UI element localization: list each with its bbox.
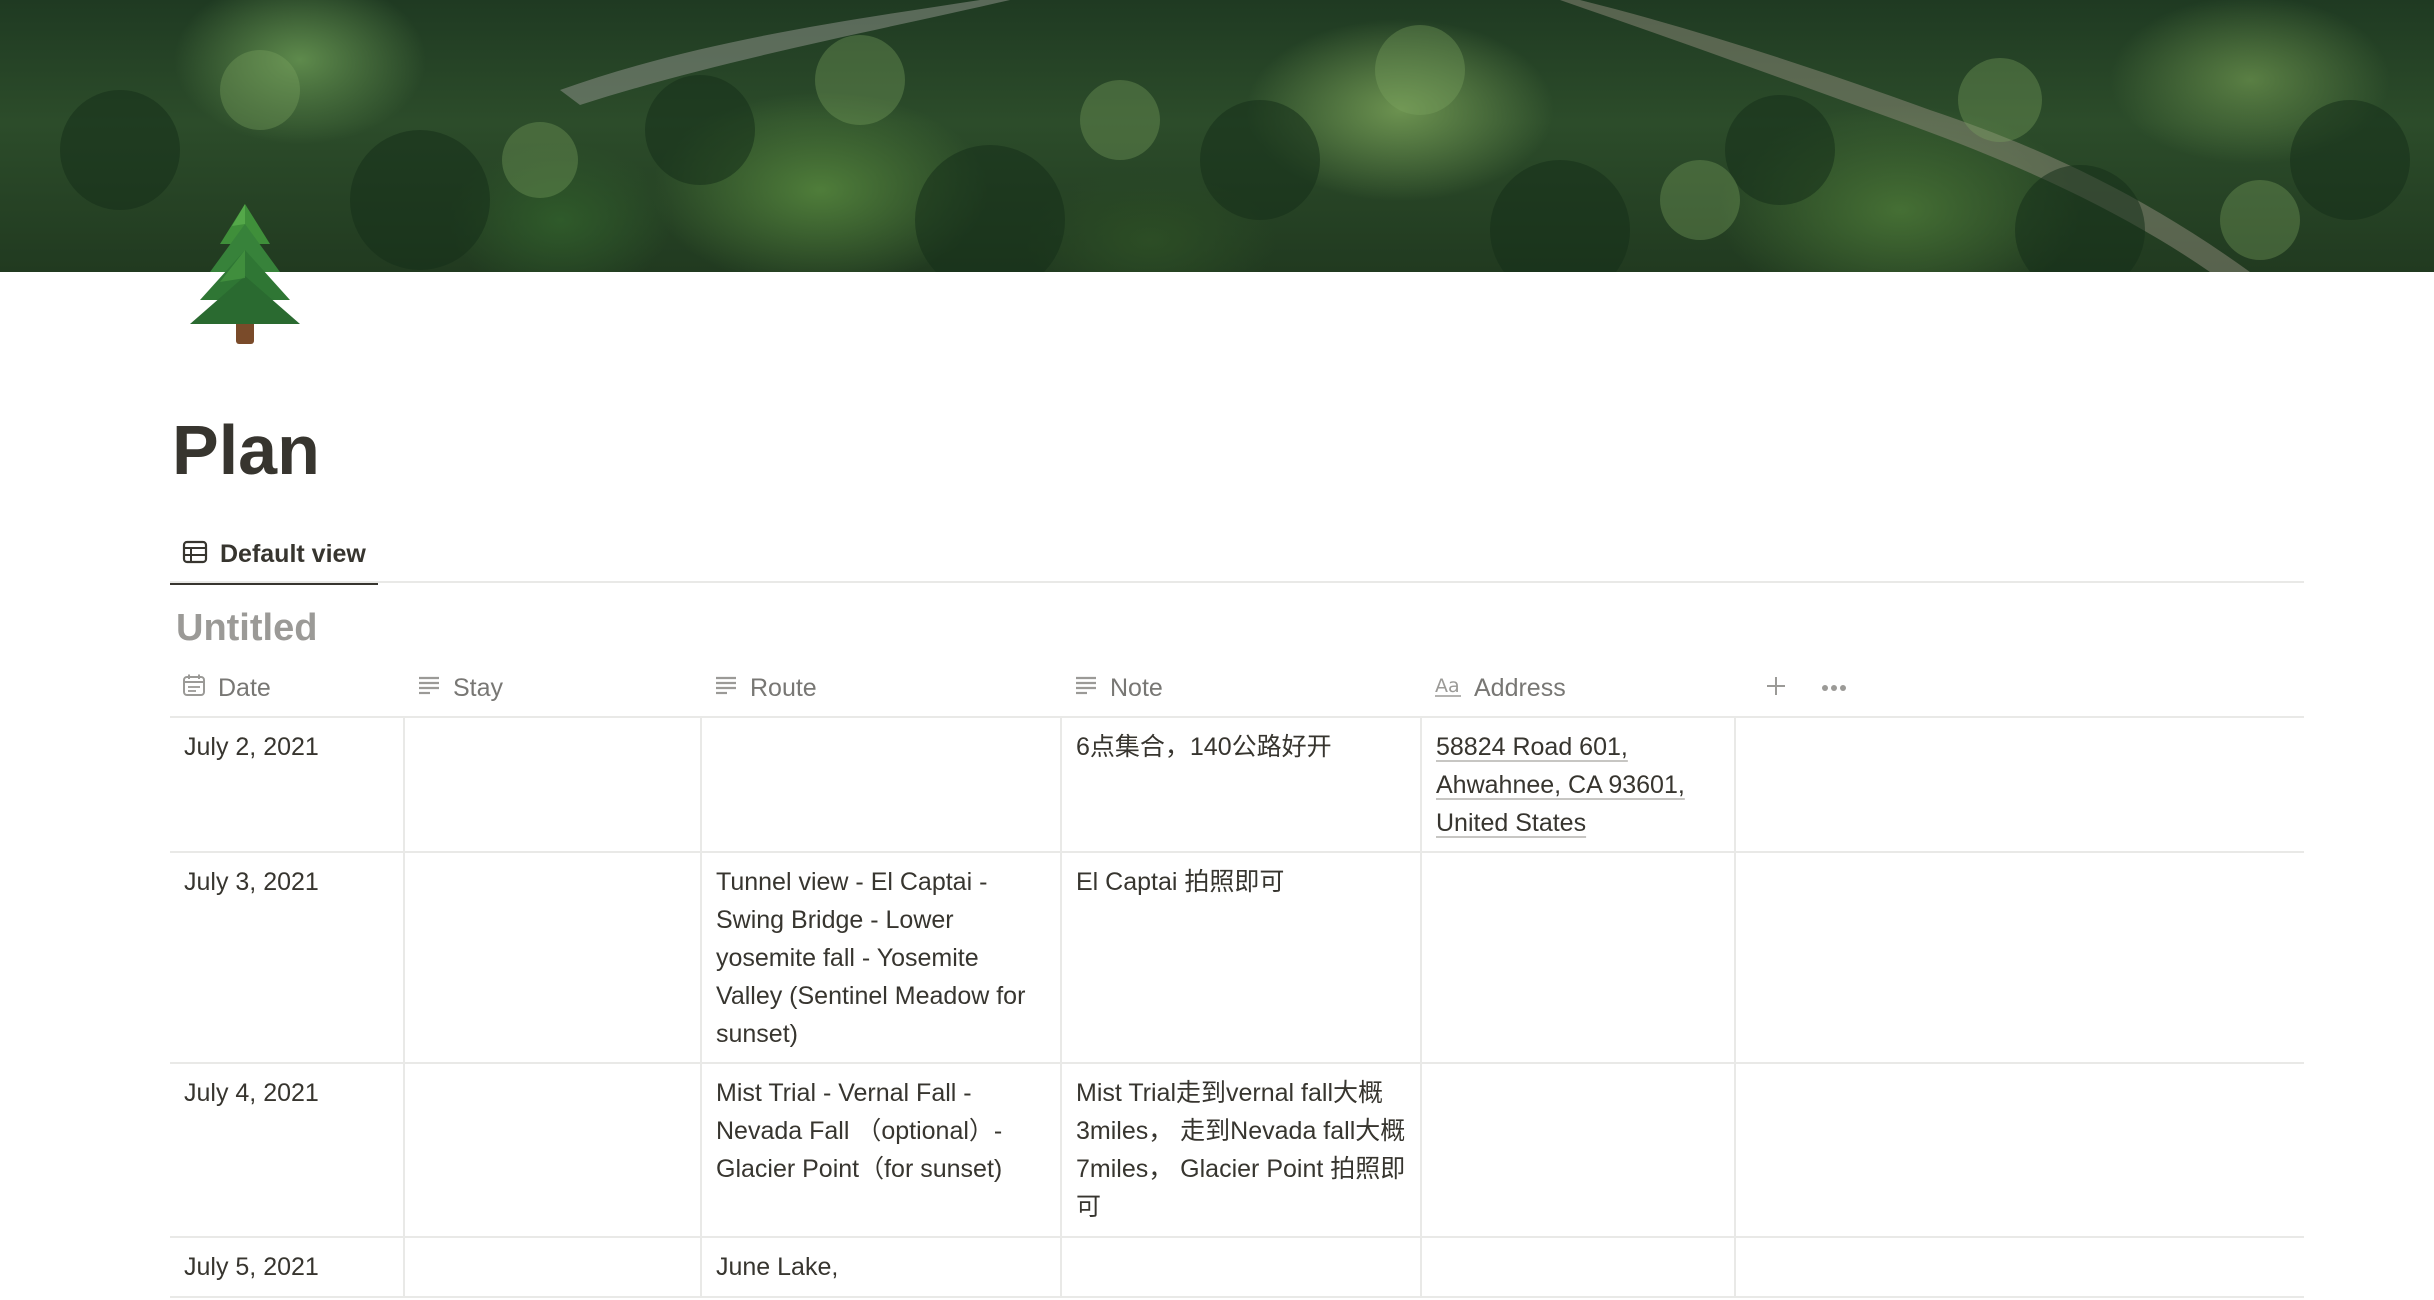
column-header-note[interactable]: Note — [1062, 660, 1422, 716]
page-cover-image[interactable] — [0, 0, 2434, 272]
column-header-label: Route — [750, 673, 817, 702]
note-cell[interactable]: Mist Trial走到vernal fall大概3miles， 走到Nevad… — [1062, 1064, 1422, 1236]
route-cell[interactable] — [702, 718, 1062, 851]
table-row[interactable]: July 2, 2021 6点集合，140公路好开 58824 Road 601… — [170, 718, 2304, 853]
stay-cell[interactable] — [405, 718, 702, 851]
address-cell[interactable]: 58824 Road 601, Ahwahnee, CA 93601, Unit… — [1422, 718, 1736, 851]
column-header-stay[interactable]: Stay — [405, 660, 702, 716]
view-tabs-divider — [170, 581, 2304, 583]
table-icon — [182, 539, 208, 570]
date-cell[interactable]: July 2, 2021 — [170, 718, 405, 851]
title-aa-icon: Aa — [1434, 673, 1462, 704]
address-cell[interactable] — [1422, 1238, 1736, 1296]
column-header-route[interactable]: Route — [702, 660, 1062, 716]
address-cell[interactable] — [1422, 853, 1736, 1062]
address-text[interactable]: 58824 Road 601, Ahwahnee, CA 93601, Unit… — [1436, 733, 1685, 837]
column-header-label: Stay — [453, 673, 504, 702]
address-cell[interactable] — [1422, 1064, 1736, 1236]
table-row[interactable]: July 5, 2021 June Lake, — [170, 1238, 2304, 1298]
text-lines-icon — [1074, 673, 1098, 704]
page-title[interactable]: Plan — [172, 408, 320, 492]
database-table: Date Stay Route Note Aa Address July 2, … — [170, 660, 2304, 1298]
route-cell[interactable]: Mist Trial - Vernal Fall - Nevada Fall （… — [702, 1064, 1062, 1236]
table-row[interactable]: July 3, 2021 Tunnel view - El Captai - S… — [170, 853, 2304, 1064]
stay-cell[interactable] — [405, 1238, 702, 1296]
note-cell[interactable] — [1062, 1238, 1422, 1296]
empty-cell — [1736, 718, 2304, 851]
column-header-address[interactable]: Aa Address — [1422, 660, 1736, 716]
stay-cell[interactable] — [405, 1064, 702, 1236]
text-lines-icon — [714, 673, 738, 704]
tab-default-view[interactable]: Default view — [170, 526, 378, 585]
date-cell[interactable]: July 5, 2021 — [170, 1238, 405, 1296]
calendar-icon — [182, 673, 206, 704]
plus-icon — [1765, 675, 1787, 702]
empty-cell — [1736, 1064, 2304, 1236]
date-cell[interactable]: July 4, 2021 — [170, 1064, 405, 1236]
route-cell[interactable]: June Lake, — [702, 1238, 1062, 1296]
text-lines-icon — [417, 673, 441, 704]
column-header-label: Date — [218, 673, 271, 702]
forest-cover-art — [60, 0, 2410, 272]
svg-text:Aa: Aa — [1435, 675, 1460, 697]
evergreen-tree-icon[interactable] — [180, 200, 310, 350]
table-row[interactable]: July 4, 2021 Mist Trial - Vernal Fall - … — [170, 1064, 2304, 1238]
table-header-row: Date Stay Route Note Aa Address — [170, 660, 2304, 718]
date-cell[interactable]: July 3, 2021 — [170, 853, 405, 1062]
more-options-button[interactable] — [1810, 660, 1858, 716]
database-title[interactable]: Untitled — [176, 604, 317, 652]
tab-label: Default view — [220, 539, 366, 568]
note-cell[interactable]: El Captai 拍照即可 — [1062, 853, 1422, 1062]
column-header-label: Address — [1474, 673, 1566, 702]
column-header-date[interactable]: Date — [170, 660, 405, 716]
column-header-label: Note — [1110, 673, 1163, 702]
stay-cell[interactable] — [405, 853, 702, 1062]
add-property-button[interactable] — [1752, 660, 1800, 716]
note-cell[interactable]: 6点集合，140公路好开 — [1062, 718, 1422, 851]
ellipsis-icon — [1821, 679, 1847, 697]
empty-cell — [1736, 1238, 2304, 1296]
route-cell[interactable]: Tunnel view - El Captai - Swing Bridge -… — [702, 853, 1062, 1062]
empty-cell — [1736, 853, 2304, 1062]
